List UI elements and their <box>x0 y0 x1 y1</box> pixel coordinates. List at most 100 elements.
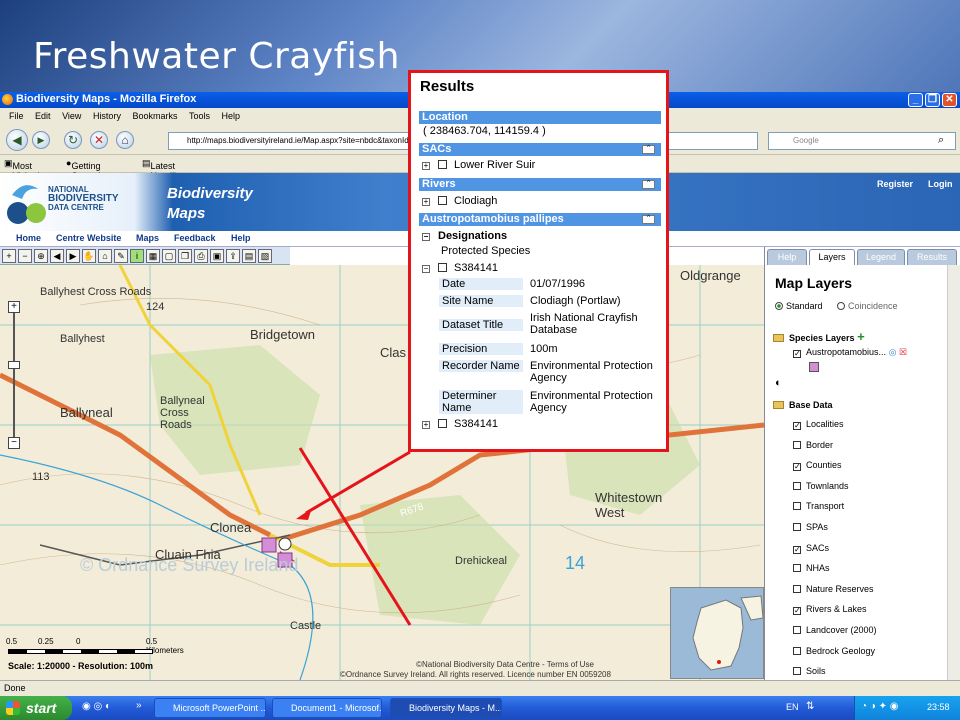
menu-tools[interactable]: Tools <box>189 108 210 125</box>
menu-file[interactable]: File <box>9 108 24 125</box>
zoom-box-tool-icon[interactable]: ⊕ <box>34 249 48 263</box>
panel-scrollbar[interactable] <box>947 265 960 680</box>
tab-help[interactable]: Help <box>767 249 807 265</box>
tab-layers[interactable]: Layers <box>809 249 855 265</box>
save-icon[interactable]: ▣ <box>210 249 224 263</box>
base-layer-item[interactable]: Bedrock Geology <box>793 646 875 656</box>
mode-standard-radio[interactable]: Standard <box>775 301 823 311</box>
home-button[interactable]: ⌂ <box>116 131 134 149</box>
record-row[interactable]: − S384141 <box>422 262 498 274</box>
menu-bookmarks[interactable]: Bookmarks <box>132 108 177 125</box>
nav-home[interactable]: Home <box>16 233 41 243</box>
language-indicator[interactable]: EN <box>786 702 799 712</box>
tray-icons[interactable]: ◔ ◑ ✦ ◉ <box>861 701 899 712</box>
sac-item[interactable]: + Lower River Suir <box>422 159 535 171</box>
zoom-out-tool-icon[interactable]: − <box>18 249 32 263</box>
layer-checkbox[interactable] <box>793 440 801 449</box>
base-layer-item[interactable]: Landcover (2000) <box>793 625 877 635</box>
login-link[interactable]: Login <box>928 179 953 189</box>
export-icon[interactable]: ⇪ <box>226 249 240 263</box>
species-layer-item[interactable]: ✓ Austropotamobius... ◎ ☒ <box>793 347 907 358</box>
base-layer-item[interactable]: Border <box>793 440 833 450</box>
layer-checkbox[interactable] <box>793 502 801 511</box>
menu-view[interactable]: View <box>62 108 81 125</box>
designations-row[interactable]: − Designations <box>422 230 507 242</box>
quicklaunch-icons[interactable]: ◉ ◎ ◐ <box>82 701 111 712</box>
mode-coincidence-radio[interactable]: Coincidence <box>837 301 898 311</box>
bookmark-most-visited[interactable]: ▣ Most Visited <box>4 158 39 181</box>
base-layer-item[interactable]: Transport <box>793 501 844 511</box>
sacs-header[interactable]: SACs ⌃ <box>419 143 661 156</box>
back-button[interactable]: ◀ <box>6 129 28 151</box>
forward-button[interactable]: ▶ <box>32 131 50 149</box>
layer-checkbox[interactable] <box>793 626 801 634</box>
base-layer-item[interactable]: SPAs <box>793 522 828 532</box>
base-layer-item[interactable]: Nature Reserves <box>793 584 874 594</box>
measure-icon[interactable]: ✎ <box>114 249 128 263</box>
layer-checkbox[interactable] <box>793 523 801 531</box>
base-layer-item[interactable]: Townlands <box>793 481 849 491</box>
task-firefox[interactable]: Biodiversity Maps - M... <box>390 698 502 718</box>
nav-feedback[interactable]: Feedback <box>174 233 216 243</box>
base-layer-item[interactable]: ✓ Rivers & Lakes <box>793 604 867 616</box>
tray-arrows-icon[interactable]: ⇅ <box>806 701 814 712</box>
zoom-slider[interactable]: + − <box>8 301 20 451</box>
start-button[interactable]: start <box>0 696 72 720</box>
river-item[interactable]: + Clodiagh <box>422 195 497 207</box>
nav-centre-website[interactable]: Centre Website <box>56 233 121 243</box>
open-folder-icon[interactable]: ▤ <box>242 249 256 263</box>
grid-icon[interactable]: ▧ <box>258 249 272 263</box>
record-row-2[interactable]: + S384141 <box>422 418 498 430</box>
species-layers-folder[interactable]: Species Layers + <box>773 329 865 344</box>
base-layer-item[interactable]: Soils <box>793 666 826 676</box>
layer-checkbox[interactable]: ✓ <box>793 545 801 554</box>
layer-checkbox[interactable] <box>793 481 801 490</box>
bookmark-latest-headlines[interactable]: ▤ Latest Headlines <box>142 158 191 181</box>
task-word[interactable]: Document1 - Microsof... <box>272 698 382 718</box>
register-link[interactable]: Register <box>877 179 913 189</box>
base-layer-item[interactable]: ✓ Localities <box>793 419 844 430</box>
menu-edit[interactable]: Edit <box>35 108 51 125</box>
task-powerpoint[interactable]: Microsoft PowerPoint ... <box>154 698 266 718</box>
layer-checkbox[interactable] <box>793 584 801 593</box>
menu-history[interactable]: History <box>93 108 121 125</box>
minimize-button[interactable]: _ <box>908 93 923 107</box>
bookmark-getting-started[interactable]: ● Getting Started <box>66 158 100 181</box>
base-data-folder[interactable]: Base Data <box>773 400 833 410</box>
layer-checkbox[interactable]: ✓ <box>793 607 801 616</box>
layer-checkbox[interactable] <box>793 667 801 676</box>
back-extent-icon[interactable]: ◀ <box>50 249 64 263</box>
pan-hand-icon[interactable]: ✋ <box>82 249 96 263</box>
add-layer-icon[interactable]: + <box>857 329 865 344</box>
nav-help[interactable]: Help <box>231 233 251 243</box>
layer-checkbox[interactable]: ✓ <box>793 463 801 472</box>
nav-maps[interactable]: Maps <box>136 233 159 243</box>
clear-icon[interactable]: ▢ <box>162 249 176 263</box>
search-icon[interactable]: ⌕ <box>938 134 944 147</box>
base-layer-item[interactable]: NHAs <box>793 563 830 573</box>
zoom-out-button[interactable]: − <box>8 437 20 449</box>
tab-results[interactable]: Results <box>907 249 957 265</box>
stop-button[interactable]: ✕ <box>90 131 108 149</box>
search-input[interactable]: Google <box>768 132 956 150</box>
forward-extent-icon[interactable]: ▶ <box>66 249 80 263</box>
base-layer-item[interactable]: ✓ Counties <box>793 460 842 472</box>
zoom-in-button[interactable]: + <box>8 301 20 313</box>
species-header[interactable]: Austropotamobius pallipes ⌃ <box>419 213 661 226</box>
maximize-button[interactable]: ❐ <box>925 93 940 107</box>
close-window-button[interactable]: ✕ <box>942 93 957 107</box>
layer-checkbox[interactable] <box>793 564 801 573</box>
copy-icon[interactable]: ❐ <box>178 249 192 263</box>
full-extent-icon[interactable]: ⌂ <box>98 249 112 263</box>
select-icon[interactable]: ▦ <box>146 249 160 263</box>
menu-help[interactable]: Help <box>222 108 241 125</box>
layer-checkbox[interactable]: ✓ <box>793 422 801 430</box>
zoom-in-tool-icon[interactable]: + <box>2 249 16 263</box>
layer-checkbox[interactable] <box>793 646 801 655</box>
rivers-header[interactable]: Rivers ⌃ <box>419 178 661 191</box>
overview-map[interactable] <box>670 587 764 679</box>
overflow-chevron-icon[interactable]: » <box>136 700 142 711</box>
identify-icon[interactable]: i <box>130 249 144 263</box>
print-icon[interactable]: ⎙ <box>194 249 208 263</box>
zoom-handle[interactable] <box>8 361 20 369</box>
